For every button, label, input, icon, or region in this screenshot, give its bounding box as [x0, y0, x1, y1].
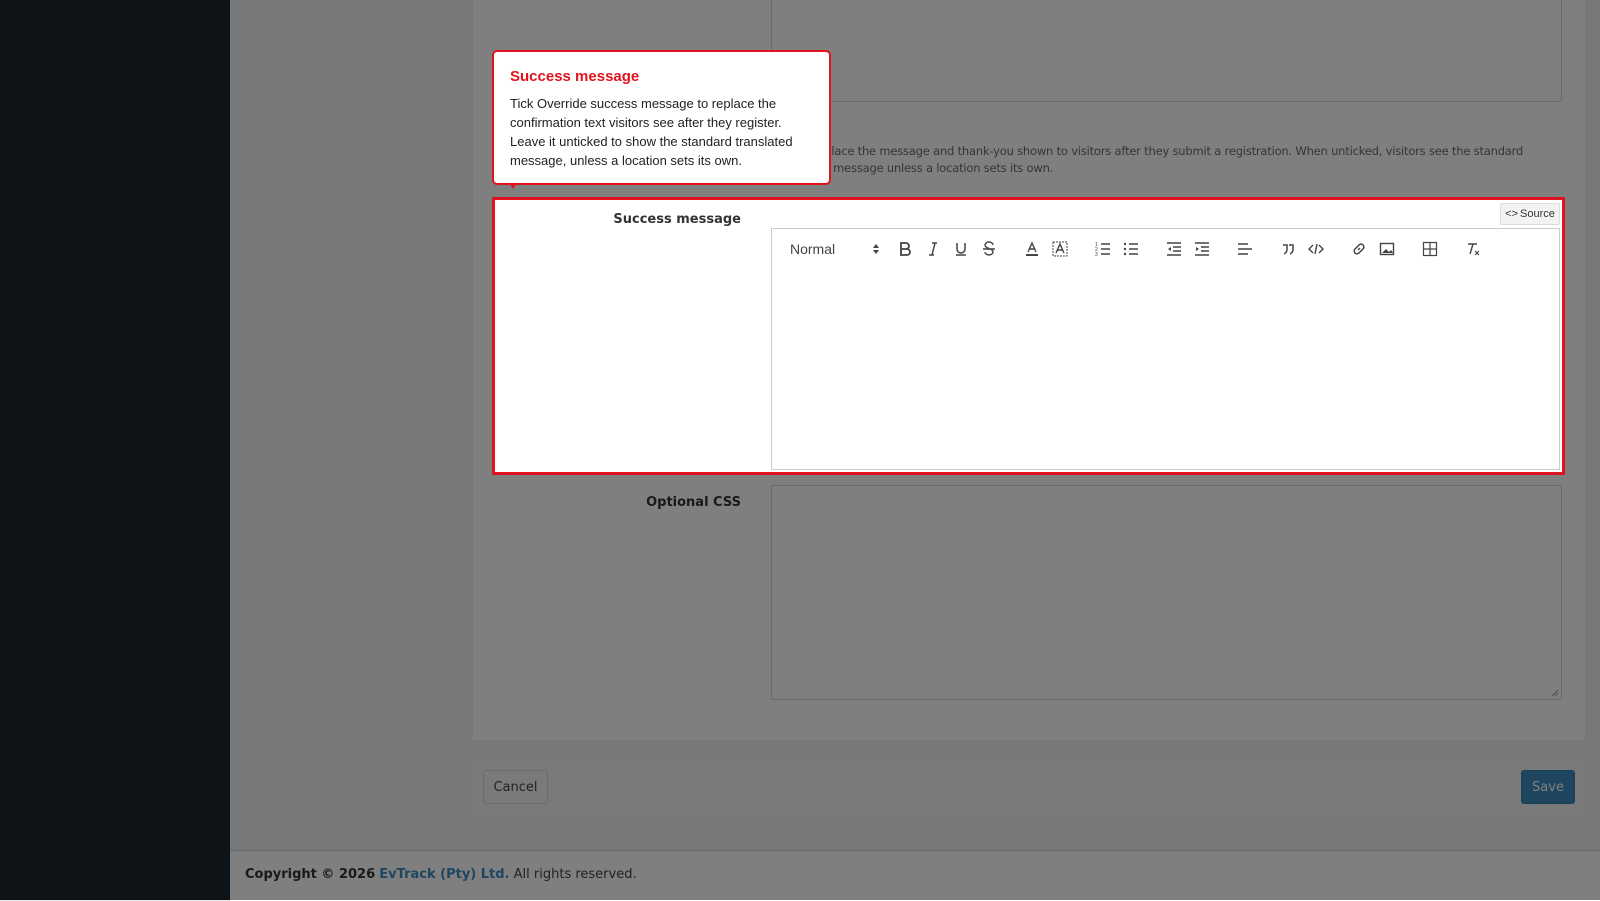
tour-popover-body: Tick Override success message to replace…: [510, 96, 793, 168]
tour-popover-title: Success message: [510, 68, 640, 85]
tour-popover-arrow: [509, 183, 517, 189]
tour-highlight-border: [492, 197, 1565, 475]
tour-popover: Success message Tick Override success me…: [492, 50, 831, 185]
